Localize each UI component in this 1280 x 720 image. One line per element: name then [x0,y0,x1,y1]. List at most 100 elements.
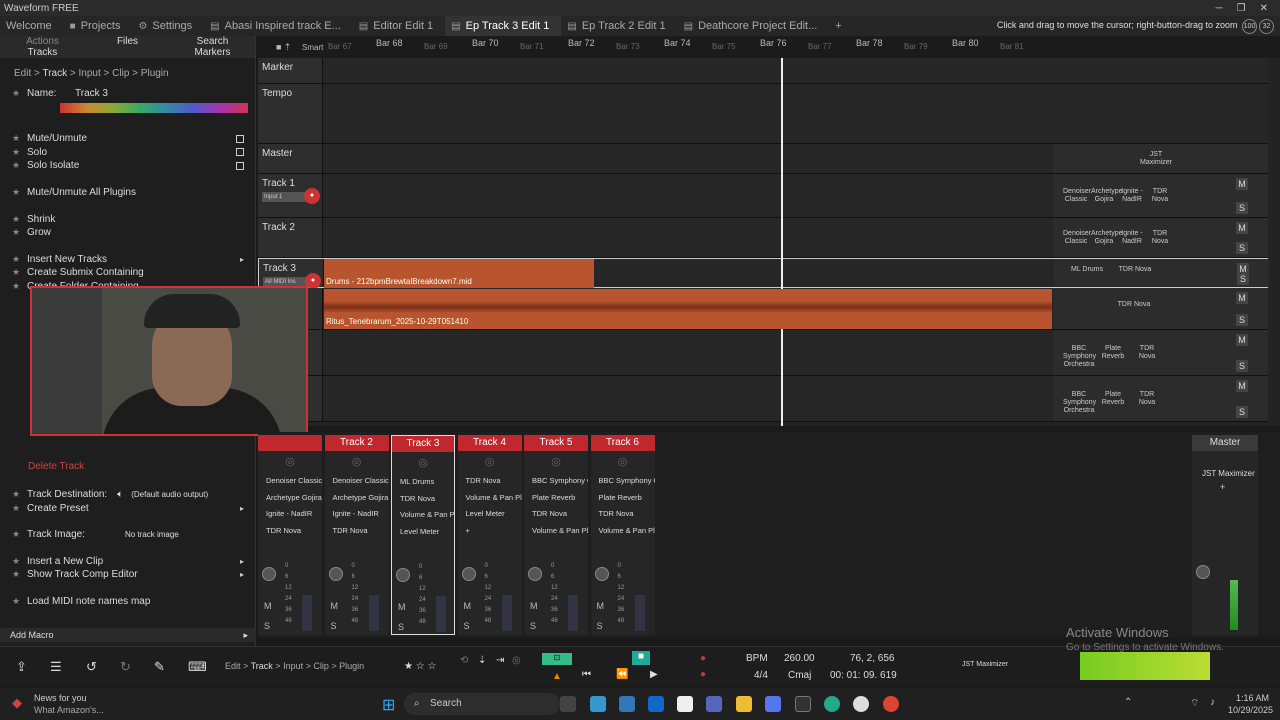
plugin-slot[interactable]: TDR Nova [1112,266,1158,274]
star-icon[interactable]: ★ [12,503,27,514]
checkbox[interactable] [236,134,244,143]
solo-button[interactable]: S [398,622,404,632]
file-explorer-icon[interactable] [736,696,752,712]
plugin-slot[interactable]: Denoiser Classic [325,473,389,490]
mute-button[interactable]: M [1236,334,1248,346]
mixer-strip[interactable]: ◎ Denoiser Classic Archetype Gojira Ignite … [258,435,322,635]
plugin-slot[interactable]: Volume & Pan Plugin [591,523,655,540]
clock-date[interactable]: 10/29/2025 [1228,705,1273,715]
solo-button[interactable]: S [1236,314,1248,326]
wrench-icon[interactable]: ✎ [154,659,165,675]
redo-icon[interactable]: ↻ [120,659,131,675]
track-name[interactable]: Master [262,148,293,159]
volume-knob[interactable] [262,567,276,581]
solo-button[interactable]: S [464,621,470,631]
track-header[interactable]: Master [258,144,323,173]
rewind-start-button[interactable]: ⏮ [582,669,591,680]
star-icon[interactable]: ★ [12,596,27,607]
prop-row[interactable]: ★ Solo Isolate [0,159,256,173]
star-icon[interactable]: ★ [12,214,27,225]
lower-prop-row[interactable]: ★ Insert a New Clip ▸ [0,555,256,569]
news-title[interactable]: News for you [34,693,87,703]
plugin-slot[interactable]: TDR Nova [1111,301,1157,309]
add-plugin-button[interactable]: + [1192,478,1258,492]
store-icon[interactable] [619,696,635,712]
teams-icon[interactable] [706,696,722,712]
star-icon[interactable]: ★ [12,147,27,158]
new-tab-button[interactable]: + [829,16,853,36]
plugin-slot[interactable]: Ignite - NadIR [1119,230,1145,246]
crumb-edit[interactable]: Edit [14,68,31,79]
crumb-input[interactable]: Input [79,68,101,79]
plugin-slot[interactable]: Plate Reverb [591,490,655,507]
star-icon[interactable]: ★ [12,489,27,500]
plugin-slot[interactable]: TDR Nova [524,506,588,523]
track-lane[interactable]: Tempo [258,84,1268,144]
star-icon[interactable]: ★ [12,160,27,171]
track-header[interactable]: Marker [258,58,323,83]
crumb-clip[interactable]: Clip [112,68,129,79]
time-signature[interactable]: 4/4 [754,670,768,681]
track-lane[interactable]: Track 1 Input 1 ● Denoiser Classic Archetype… [258,174,1268,218]
track-name[interactable]: Track 1 [262,178,295,189]
tab-ep-track-3[interactable]: ▤ Ep Track 3 Edit 1 [445,16,562,36]
track-name[interactable]: Track 3 [263,263,296,274]
prop-row[interactable]: ★ Shrink [0,212,256,226]
keyboard-icon[interactable]: ⌨ [188,659,207,675]
star-icon[interactable]: ★ [12,133,27,144]
discord-icon[interactable] [765,696,781,712]
mute-button[interactable]: M [264,601,272,611]
mute-button[interactable]: M [398,602,406,612]
strip-name[interactable]: Track 2 [324,435,389,451]
prop-row[interactable]: ★ Grow [0,226,256,240]
track-header[interactable]: Track 1 Input 1 ● [258,174,323,217]
menu-icon[interactable]: ☰ [50,659,62,675]
mixer-strip[interactable]: Track 6◎BBC Symphony OrchestraPlate Reve… [590,435,655,635]
tab-welcome[interactable]: Welcome [0,16,64,36]
stop-button[interactable]: ■ [632,651,650,665]
cycle-button[interactable]: ⊡ [542,653,572,665]
crumb-clip[interactable]: Clip [313,661,329,671]
plugin-slot[interactable]: Volume & Pan Plugin [458,490,522,507]
track-input[interactable]: Input 1 [262,192,306,202]
plugin-slot[interactable]: ML Drums [392,474,454,491]
crumb-track[interactable]: Track [42,68,67,79]
close-icon[interactable]: ✕ [1260,3,1268,14]
color-strip[interactable] [60,102,248,113]
punch-icon[interactable]: ⇣ [478,655,486,666]
star-icon[interactable]: ★ [12,227,27,238]
plugin-slot[interactable]: Denoiser Classic [1063,230,1091,246]
plugin-slot[interactable]: TDR Nova [325,523,389,540]
add-macro-row[interactable]: Add Macro ▸ [0,628,256,642]
edit-mode-icon[interactable]: ■ ⇡ [276,42,291,53]
plugin-slot[interactable]: TDR Nova [591,506,655,523]
terminal-icon[interactable] [795,696,811,712]
crumb-plugin[interactable]: Plugin [339,661,364,671]
ruler[interactable]: ■ ⇡ Smart Bar 67 Bar 68 Bar 69 Bar 70 Bar 71… [258,36,1280,58]
plugin-slot[interactable]: Plate Reverb [1097,345,1129,361]
plugin-slot[interactable]: BBC Symphony Orchestra [1063,391,1096,415]
plugin-slot[interactable]: Volume & Pan Plugin [392,507,454,524]
plugin-slot[interactable]: Level Meter [392,524,454,541]
plugin-slot[interactable]: + [458,523,522,540]
play-button[interactable]: ▶ [650,669,658,680]
crumb-input[interactable]: Input [283,661,303,671]
plugin-slot[interactable]: Archetype Gojira [1091,230,1123,246]
crumb-track[interactable]: Track [251,661,273,671]
star-icon[interactable]: ★ ☆ ☆ [404,661,436,672]
mixer-strip[interactable]: Track 2 ◎ Denoiser Classic Archetype Gojira… [324,435,389,635]
track-header[interactable]: Track 3 All MIDI Ins ● [259,259,324,289]
strip-pan[interactable]: ◎ [258,451,322,473]
strip-pan[interactable]: ◎ [392,452,454,474]
taskview-icon[interactable] [560,696,576,712]
strip-pan[interactable]: ◎ [325,451,389,473]
record-arm-button[interactable]: ● [700,669,706,680]
volume-knob[interactable] [594,567,609,581]
solo-button[interactable]: S [1236,202,1248,214]
plugin-slot[interactable]: Ignite - NadIR [1119,188,1145,204]
rewind-button[interactable]: ⏪ [616,669,628,680]
edge-icon[interactable] [824,696,840,712]
solo-button[interactable]: S [597,621,603,631]
plugin-slot[interactable]: Ignite - NadIR [325,506,389,523]
solo-button[interactable]: S [1236,360,1248,372]
